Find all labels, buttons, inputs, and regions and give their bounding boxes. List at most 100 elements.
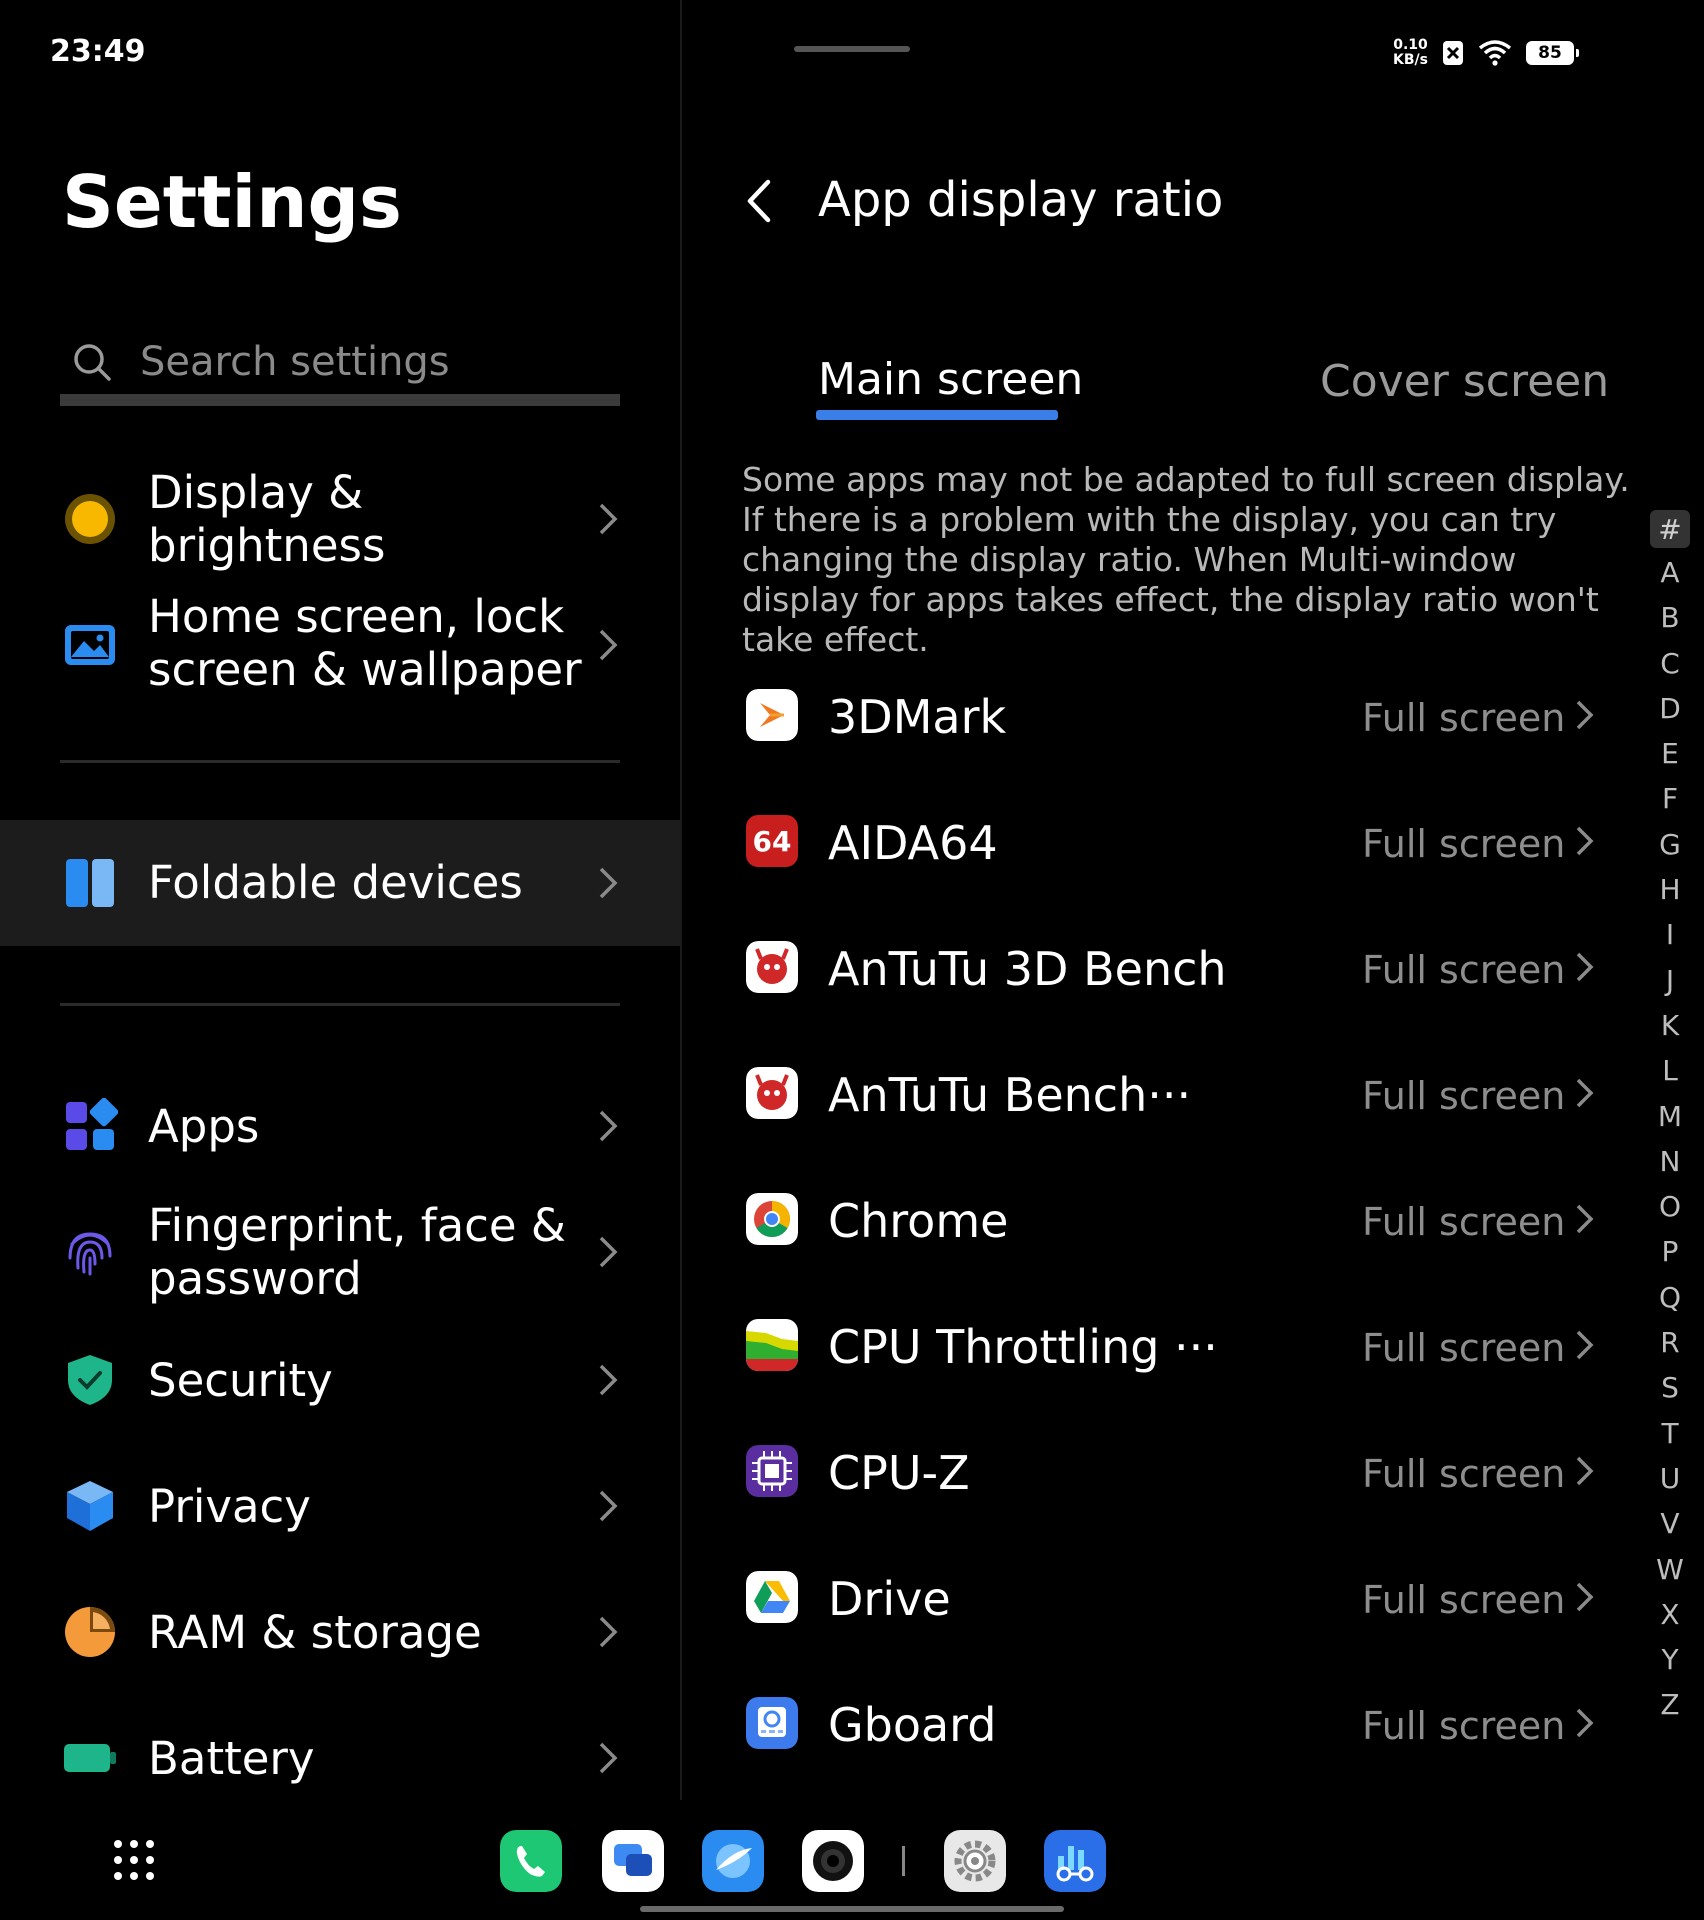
fingerprint-icon xyxy=(68,1232,112,1276)
alpha-index-letter[interactable]: U xyxy=(1660,1456,1681,1501)
app-row-chrome[interactable]: Chrome Full screen xyxy=(740,1156,1600,1282)
alpha-index-letter[interactable]: O xyxy=(1659,1184,1681,1229)
chevron-right-icon xyxy=(599,1490,618,1522)
drag-handle[interactable] xyxy=(794,46,910,52)
sidebar-item-foldable-devices[interactable]: Foldable devices xyxy=(0,820,680,946)
alpha-index-letter[interactable]: N xyxy=(1660,1139,1681,1184)
search-icon xyxy=(74,344,111,381)
privacy-icon xyxy=(67,1481,113,1531)
app-row-drive[interactable]: Drive Full screen xyxy=(740,1534,1600,1660)
alpha-index-letter[interactable]: D xyxy=(1659,686,1681,731)
app-row-antutu-bench[interactable]: AnTuTu Bench··· Full screen xyxy=(740,1030,1600,1156)
alpha-index-letter[interactable]: A xyxy=(1660,550,1679,595)
antutu-app-icon xyxy=(746,1067,798,1119)
chevron-right-icon xyxy=(599,1742,618,1774)
alpha-index-letter[interactable]: J xyxy=(1666,958,1674,1003)
alpha-index-letter[interactable]: F xyxy=(1662,776,1678,821)
app-row-cpu-z[interactable]: CPU-Z Full screen xyxy=(740,1408,1600,1534)
chevron-right-icon xyxy=(1576,1078,1594,1108)
alpha-index-letter[interactable]: R xyxy=(1660,1320,1679,1365)
sidebar-item-label: password xyxy=(148,1252,362,1305)
browser-icon[interactable] xyxy=(702,1830,764,1892)
shield-icon xyxy=(68,1355,112,1405)
chevron-right-icon xyxy=(599,503,618,535)
sidebar-item-fingerprint-face-password[interactable]: Fingerprint, face & password xyxy=(0,1197,680,1307)
alpha-index-letter[interactable]: Z xyxy=(1660,1682,1679,1727)
sidebar-item-label: Home screen, lock xyxy=(148,590,565,643)
alpha-index-letter[interactable]: P xyxy=(1662,1229,1679,1274)
page-title: Settings xyxy=(62,160,402,244)
benchmark-icon[interactable] xyxy=(1044,1830,1106,1892)
app-ratio-value: Full screen xyxy=(1362,822,1566,866)
search-input[interactable]: Search settings xyxy=(60,330,620,406)
app-row-cpu-throttling[interactable]: CPU Throttling ··· Full screen xyxy=(740,1282,1600,1408)
alpha-index-letter[interactable]: K xyxy=(1661,1003,1679,1048)
alpha-index-letter[interactable]: L xyxy=(1662,1048,1678,1093)
chevron-right-icon xyxy=(1576,1582,1594,1612)
sidebar-item-display-brightness[interactable]: Display & brightness xyxy=(0,464,680,574)
chevron-right-icon xyxy=(599,629,618,661)
alpha-index-letter[interactable]: H xyxy=(1659,867,1680,912)
alpha-index-letter[interactable]: Y xyxy=(1661,1637,1678,1682)
search-placeholder: Search settings xyxy=(140,339,450,385)
sidebar-item-security[interactable]: Security xyxy=(0,1330,680,1430)
aida64-app-icon: 64 xyxy=(746,815,798,867)
dock-separator xyxy=(902,1846,905,1876)
sidebar-item-label: screen & wallpaper xyxy=(148,643,582,696)
alpha-index-letter[interactable]: X xyxy=(1660,1592,1679,1637)
wallpaper-icon xyxy=(65,625,115,665)
phone-icon[interactable] xyxy=(500,1830,562,1892)
chevron-right-icon xyxy=(1576,1204,1594,1234)
alphabet-index[interactable]: # A B C D E F G H I J K L M N O P Q R S T U V W X Y Z xyxy=(1650,510,1690,1728)
app-ratio-value: Full screen xyxy=(1362,1326,1566,1370)
sidebar-item-apps[interactable]: Apps xyxy=(0,1076,680,1176)
sidebar-item-battery[interactable]: Battery xyxy=(0,1708,680,1808)
app-drawer-icon[interactable] xyxy=(112,1838,156,1882)
alpha-index-letter[interactable]: V xyxy=(1660,1501,1679,1546)
alpha-index-hash[interactable]: # xyxy=(1650,510,1690,548)
chevron-right-icon xyxy=(599,1616,618,1648)
alpha-index-letter[interactable]: M xyxy=(1658,1094,1682,1139)
app-row-3dmark[interactable]: 3DMark Full screen xyxy=(740,652,1600,778)
app-row-antutu-3d-bench[interactable]: AnTuTu 3D Bench Full screen xyxy=(740,904,1600,1030)
sidebar-item-privacy[interactable]: Privacy xyxy=(0,1456,680,1556)
app-ratio-value: Full screen xyxy=(1362,1704,1566,1748)
app-row-gboard[interactable]: Gboard Full screen xyxy=(740,1660,1600,1786)
app-ratio-value: Full screen xyxy=(1362,1578,1566,1622)
sidebar-item-label: brightness xyxy=(148,519,386,572)
chevron-right-icon xyxy=(1576,700,1594,730)
chevron-right-icon xyxy=(599,1110,618,1142)
chevron-right-icon xyxy=(1576,826,1594,856)
alpha-index-letter[interactable]: S xyxy=(1661,1365,1679,1410)
divider xyxy=(60,1003,620,1006)
alpha-index-letter[interactable]: Q xyxy=(1659,1275,1681,1320)
alpha-index-letter[interactable]: C xyxy=(1660,641,1680,686)
alpha-index-letter[interactable]: G xyxy=(1659,822,1681,867)
alpha-index-letter[interactable]: T xyxy=(1661,1411,1678,1456)
messages-icon[interactable] xyxy=(602,1830,664,1892)
chrome-app-icon xyxy=(746,1193,798,1245)
app-ratio-value: Full screen xyxy=(1362,948,1566,992)
chevron-right-icon xyxy=(1576,1330,1594,1360)
app-name: Drive xyxy=(828,1572,951,1626)
chevron-right-icon xyxy=(599,867,618,899)
app-name: AnTuTu 3D Bench xyxy=(828,942,1227,996)
alpha-index-letter[interactable]: I xyxy=(1666,912,1674,957)
alpha-index-letter[interactable]: B xyxy=(1660,595,1679,640)
settings-gear-icon[interactable] xyxy=(944,1830,1006,1892)
back-arrow-icon[interactable] xyxy=(744,178,774,224)
tab-cover-screen[interactable]: Cover screen xyxy=(1320,356,1609,407)
3dmark-app-icon xyxy=(746,689,798,741)
app-row-aida64[interactable]: 64 AIDA64 Full screen xyxy=(740,778,1600,904)
alpha-index-letter[interactable]: E xyxy=(1661,731,1679,776)
app-ratio-value: Full screen xyxy=(1362,1452,1566,1496)
home-indicator[interactable] xyxy=(640,1906,1064,1912)
sidebar-item-home-screen-wallpaper[interactable]: Home screen, lock screen & wallpaper xyxy=(0,590,680,700)
tab-main-screen[interactable]: Main screen xyxy=(818,354,1083,405)
alpha-index-letter[interactable]: W xyxy=(1656,1547,1684,1592)
status-icons: 0.10 KB/s 85 xyxy=(1393,38,1579,68)
divider xyxy=(60,760,620,763)
camera-icon[interactable] xyxy=(802,1830,864,1892)
sidebar-item-ram-storage[interactable]: RAM & storage xyxy=(0,1582,680,1682)
drive-app-icon xyxy=(746,1571,798,1623)
